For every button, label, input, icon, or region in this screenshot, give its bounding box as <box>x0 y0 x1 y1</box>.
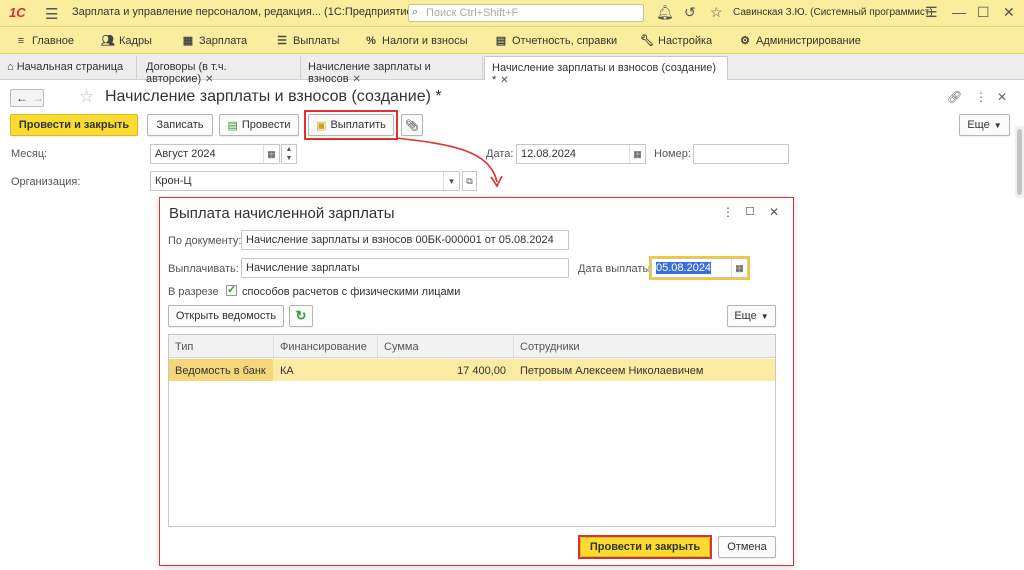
split-checkbox[interactable]: ✓ <box>226 284 237 296</box>
column-header-type[interactable]: Тип <box>175 341 193 353</box>
menu-item-main[interactable]: ≡ Главное <box>14 34 74 48</box>
refresh-icon[interactable]: ↻ <box>289 305 313 327</box>
calendar-icon[interactable]: ▦ <box>731 259 747 277</box>
maximize-icon[interactable]: ☐ <box>977 4 990 21</box>
close-icon[interactable]: ✕ <box>1003 4 1015 21</box>
close-form-icon[interactable]: ✕ <box>997 90 1007 104</box>
paydate-label: Дата выплаты: <box>578 263 654 275</box>
menu-item-payments[interactable]: ☰ Выплаты <box>275 34 339 48</box>
link-icon[interactable]: 🔗︎ <box>947 90 962 104</box>
tab-accrual-new[interactable]: Начисление зарплаты и взносов (создание)… <box>484 56 728 86</box>
menu-item-taxes[interactable]: % Налоги и взносы <box>364 34 467 48</box>
main-menu-icon[interactable]: ☰ <box>45 5 58 23</box>
post-close-button[interactable]: Провести и закрыть <box>10 114 138 136</box>
menu-item-salary[interactable]: ▦ Зарплата <box>181 34 247 48</box>
save-button[interactable]: Записать <box>147 114 213 136</box>
open-statement-button[interactable]: Открыть ведомость <box>168 305 284 327</box>
more-vert-icon[interactable]: ⋮ <box>975 90 987 104</box>
post-icon: ▤ <box>227 119 238 132</box>
close-tab-icon[interactable]: ✕ <box>205 74 213 85</box>
split-label: В разрезе <box>168 286 219 298</box>
scrollbar[interactable] <box>1015 126 1024 198</box>
row-type[interactable]: Ведомость в банк <box>175 365 266 377</box>
home-icon: ⌂ <box>7 61 17 73</box>
menu-item-admin[interactable]: ⚙ Администрирование <box>738 34 861 48</box>
search-placeholder: Поиск Ctrl+Shift+F <box>426 7 519 19</box>
menu-icon: ≡ <box>17 35 25 47</box>
wrench-icon: 🔧︎ <box>640 35 654 47</box>
cancel-button[interactable]: Отмена <box>718 536 776 558</box>
table-header <box>169 335 775 358</box>
back-button[interactable]: ← → <box>10 89 44 107</box>
user-name[interactable]: Савинская З.Ю. (Системный программист) <box>733 7 933 18</box>
page-title: Начисление зарплаты и взносов (создание)… <box>105 88 442 105</box>
history-icon[interactable]: ↺ <box>684 4 696 21</box>
gear-icon: ⚙ <box>740 35 750 47</box>
date-field[interactable]: 12.08.2024 ▦ <box>516 144 646 164</box>
chevron-down-icon: ▼ <box>760 311 769 321</box>
number-label: Номер: <box>654 148 691 160</box>
window-title: Зарплата и управление персоналом, редакц… <box>72 6 417 18</box>
pay-label: Выплачивать: <box>168 263 239 275</box>
pay-button[interactable]: ▣ Выплатить <box>308 114 394 136</box>
close-icon[interactable]: ✕ <box>769 205 779 219</box>
calculator-icon: ▦ <box>182 35 194 47</box>
row-sum[interactable]: 17 400,00 <box>384 365 506 377</box>
column-header-financing[interactable]: Финансирование <box>280 341 367 353</box>
month-stepper[interactable]: ▲ ▼ <box>281 144 297 164</box>
settings-menu-icon[interactable]: ☰ <box>925 4 938 21</box>
month-label: Месяц: <box>11 148 48 160</box>
report-icon: ▤ <box>495 35 507 47</box>
arrow-left-icon: ← <box>16 91 28 105</box>
app-logo[interactable]: 1С <box>9 5 26 20</box>
pay-field[interactable]: Начисление зарплаты <box>241 258 569 278</box>
bell-icon[interactable]: 🔔︎ <box>656 4 674 21</box>
percent-icon: % <box>366 35 376 47</box>
search-input[interactable]: ⌕ Поиск Ctrl+Shift+F <box>408 4 644 22</box>
annotation-arrow <box>395 137 503 188</box>
organization-label: Организация: <box>11 176 81 188</box>
favorites-icon[interactable]: ☆ <box>710 4 723 21</box>
people-icon: 👥︎ <box>101 35 115 47</box>
favorite-star-icon[interactable]: ☆ <box>79 87 94 107</box>
calendar-icon[interactable]: ▦ <box>263 145 279 163</box>
tab-contracts[interactable]: Договоры (в т.ч. авторские) ✕ <box>139 56 301 85</box>
menu-item-staff[interactable]: 👥︎ Кадры <box>101 34 152 48</box>
menu-item-settings[interactable]: 🔧︎ Настройка <box>640 34 712 48</box>
doc-field[interactable]: Начисление зарплаты и взносов 00БК-00000… <box>241 230 569 250</box>
calendar-icon[interactable]: ▦ <box>629 145 645 163</box>
dialog-post-close-button[interactable]: Провести и закрыть <box>580 537 710 557</box>
row-financing[interactable]: КА <box>280 365 294 377</box>
split-text: способов расчетов с физическими лицами <box>242 286 461 298</box>
more-vert-icon[interactable]: ⋮ <box>722 205 734 219</box>
chevron-down-icon: ▼ <box>993 120 1002 130</box>
search-icon: ⌕ <box>412 6 419 18</box>
post-button[interactable]: ▤ Провести <box>219 114 299 136</box>
close-tab-icon[interactable]: ✕ <box>500 75 508 86</box>
tab-accrual[interactable]: Начисление зарплаты и взносов ✕ <box>301 56 483 85</box>
list-icon: ☰ <box>277 35 287 47</box>
column-header-employees[interactable]: Сотрудники <box>520 341 580 353</box>
doc-label: По документу: <box>168 235 242 247</box>
check-icon: ✓ <box>227 284 237 296</box>
row-employees[interactable]: Петровым Алексеем Николаевичем <box>520 365 703 377</box>
minimize-icon[interactable]: — <box>952 4 966 20</box>
number-field[interactable] <box>693 144 789 164</box>
pay-icon: ▣ <box>316 119 327 132</box>
month-field[interactable]: Август 2024 ▦ <box>150 144 280 164</box>
menu-item-reports[interactable]: ▤ Отчетность, справки <box>494 34 617 48</box>
dialog-title: Выплата начисленной зарплаты <box>169 205 395 222</box>
scrollbar-thumb[interactable] <box>1017 129 1022 195</box>
tab-home[interactable]: ⌂ Начальная страница <box>0 56 137 80</box>
close-tab-icon[interactable]: ✕ <box>353 74 361 85</box>
arrow-right-icon: → <box>32 91 44 105</box>
dialog-more-button[interactable]: Еще ▼ <box>727 305 776 327</box>
maximize-icon[interactable]: ☐ <box>745 205 755 218</box>
column-header-sum[interactable]: Сумма <box>384 341 419 353</box>
more-button[interactable]: Еще ▼ <box>959 114 1010 136</box>
paydate-field[interactable]: 05.08.2024 ▦ <box>651 258 748 278</box>
